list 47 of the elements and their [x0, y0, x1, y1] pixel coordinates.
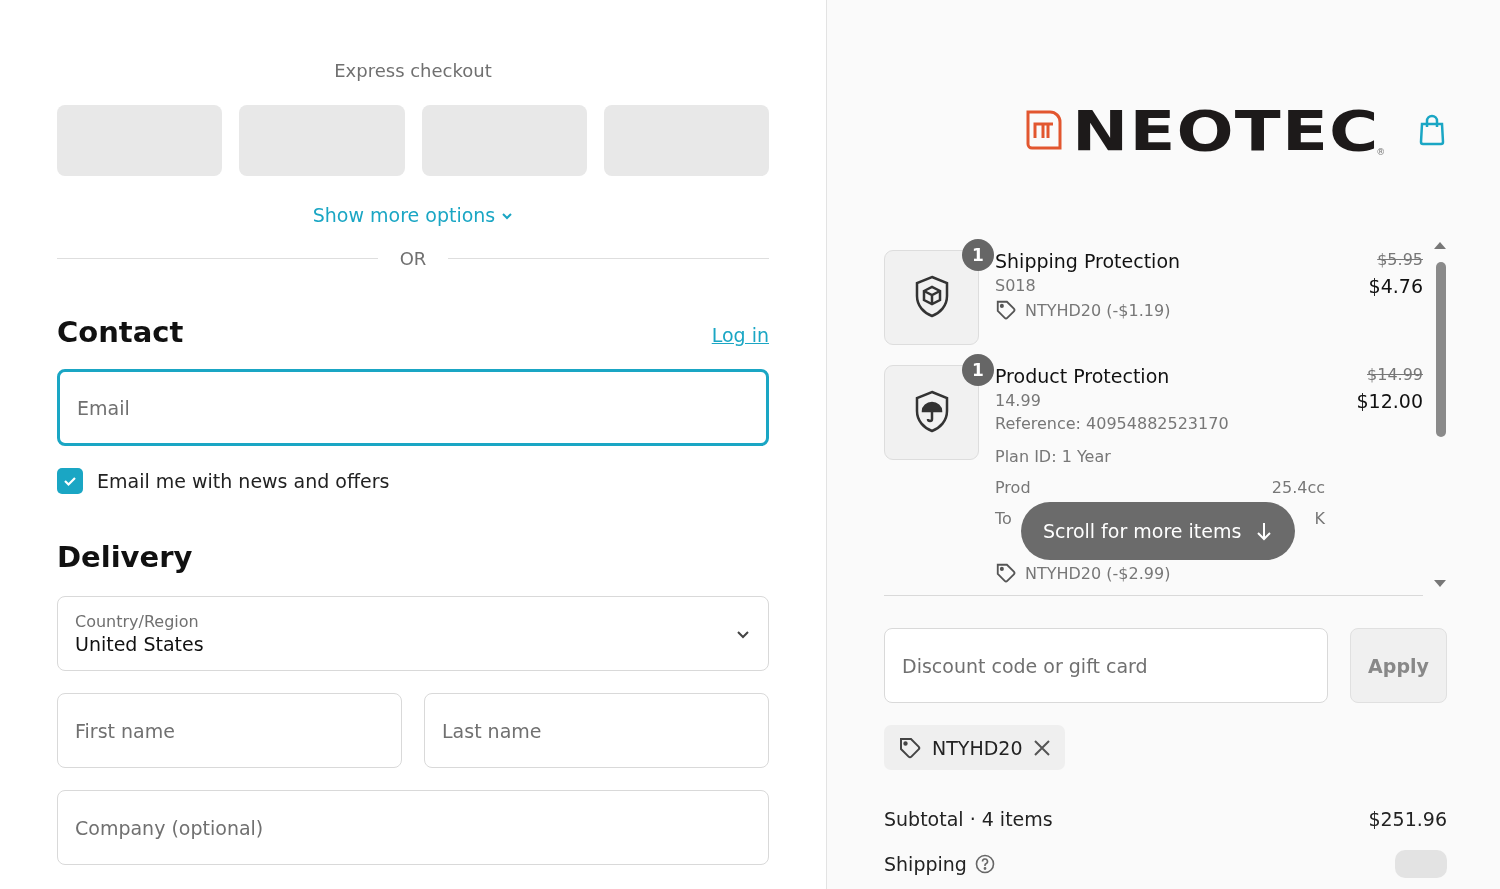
item-detail: Reference: 40954882523170 [995, 414, 1230, 433]
item-detail: K [1314, 509, 1325, 528]
email-field[interactable]: Email [57, 369, 769, 446]
scroll-for-more-button[interactable]: Scroll for more items [1021, 502, 1296, 560]
discount-code-field[interactable]: Discount code or gift card [884, 628, 1328, 703]
or-divider-text: OR [399, 248, 427, 269]
checkbox[interactable] [57, 468, 83, 494]
item-price: $4.76 [1368, 275, 1423, 297]
arrow-down-icon [1255, 521, 1274, 541]
delivery-heading: Delivery [57, 540, 193, 574]
logo-mark-icon [1024, 108, 1064, 152]
chevron-down-icon [501, 210, 514, 222]
item-detail: To [995, 509, 1012, 528]
close-button[interactable] [1032, 738, 1051, 757]
discount-code: NTYHD20 [932, 736, 1023, 759]
contact-heading: Contact [57, 315, 184, 349]
item-name: Product Protection [995, 365, 1171, 387]
item-discount: NTYHD20 (-$1.19) [1025, 300, 1171, 320]
item-detail: 25.4cc [1271, 478, 1325, 497]
item-discount: NTYHD20 (-$2.99) [1025, 563, 1171, 583]
express-checkout-title: Express checkout [333, 60, 493, 81]
item-name: Shipping Protection [995, 250, 1182, 272]
show-more-options-link[interactable]: Show more options [312, 204, 514, 226]
item-detail: Plan ID: 1 Year [995, 447, 1112, 466]
company-field[interactable]: Company (optional) [57, 790, 769, 865]
checkbox-label: Email me with news and offers [97, 470, 390, 492]
last-name-field[interactable]: Last name [424, 693, 769, 768]
item-detail: S018 [995, 276, 1037, 295]
original-price: $5.95 [1377, 250, 1423, 269]
country-select[interactable]: Country/Region United States [57, 596, 769, 671]
subtotal-label: Subtotal · 4 items [884, 808, 1053, 830]
subtotal-value: $251.96 [1368, 808, 1447, 830]
item-detail: 14.99 [995, 391, 1042, 410]
help-icon[interactable] [974, 854, 995, 874]
first-name-field[interactable]: First name [57, 693, 402, 768]
apply-button[interactable]: Apply [1350, 628, 1447, 703]
shopping-bag-icon[interactable] [1417, 114, 1447, 146]
quantity-badge: 1 [962, 239, 994, 271]
tag-icon [995, 299, 1017, 321]
item-detail: Prod [995, 478, 1031, 497]
original-price: $14.99 [1367, 365, 1423, 384]
quantity-badge: 1 [962, 354, 994, 386]
log-in-link[interactable]: Log in [711, 324, 769, 346]
tag-icon [898, 735, 922, 760]
shipping-label: Shipping [884, 853, 967, 875]
item-price: $12.00 [1356, 390, 1423, 412]
tag-icon [995, 562, 1017, 584]
